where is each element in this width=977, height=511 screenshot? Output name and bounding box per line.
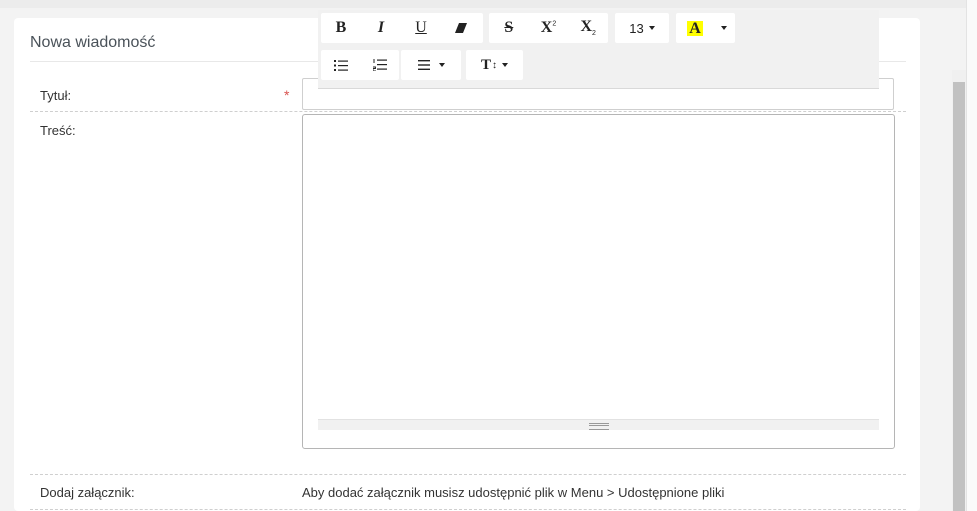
align-dropdown[interactable] [401,50,461,80]
row-divider [30,474,906,475]
subscript-button[interactable]: X2 [568,13,608,43]
chevron-down-icon [502,63,508,67]
content-editor[interactable] [302,114,895,449]
align-icon [417,60,430,70]
italic-icon: I [377,19,385,36]
line-height-icon: T ↕ [480,56,497,73]
numbered-list-button[interactable] [360,50,399,80]
superscript-icon: X2 [540,19,557,36]
toolbar-group-format: B I U [321,13,483,43]
page-title: Nowa wiadomość [30,34,156,51]
page-top-edge [0,0,977,8]
required-mark: * [284,87,290,103]
underline-icon: U [415,19,427,36]
highlight-color-button[interactable]: A [676,13,714,43]
scrollbar-thumb[interactable] [953,82,965,511]
attachment-label: Dodaj załącznik: [40,485,135,500]
row-divider [30,111,906,112]
strikethrough-icon: S [504,19,514,36]
underline-button[interactable]: U [401,13,441,43]
side-panel-edge [966,0,977,511]
bold-icon: B [335,19,347,36]
font-size-button[interactable]: 13 [615,13,669,43]
subscript-icon: X2 [580,18,596,38]
italic-button[interactable]: I [361,13,401,43]
resize-grip-icon[interactable] [589,423,609,430]
bold-button[interactable]: B [321,13,361,43]
bullet-list-icon [333,59,348,71]
numbered-list-icon [372,59,387,71]
font-size-dropdown[interactable]: 13 [615,13,669,43]
font-size-value: 13 [629,20,644,36]
bullet-list-button[interactable] [321,50,360,80]
chevron-down-icon [721,26,727,30]
line-height-button[interactable]: T ↕ [466,50,523,80]
toolbar-group-script: S X2 X2 [489,13,608,43]
row-divider [30,509,906,510]
align-button[interactable] [401,50,461,80]
highlight-color-group: A [676,13,735,43]
chevron-down-icon [438,63,445,67]
attachment-info: Aby dodać załącznik musisz udostępnić pl… [302,485,725,500]
highlight-color-icon: A [687,19,703,37]
eraser-button[interactable] [441,13,481,43]
superscript-button[interactable]: X2 [529,13,569,43]
editor-toolbar: B I U S X2 X2 13 A T ↕ [318,10,879,89]
editor-resize-bar[interactable] [318,419,879,430]
strikethrough-button[interactable]: S [489,13,529,43]
highlight-color-dropdown[interactable] [714,13,734,43]
chevron-down-icon [648,26,655,30]
eraser-icon [455,23,467,33]
toolbar-group-lists [321,50,399,80]
content-field-label: Treść: [40,123,76,138]
line-height-dropdown[interactable]: T ↕ [466,50,523,80]
message-form-card: Nowa wiadomość Tytuł: * Treść: Dodaj zał… [14,18,920,511]
title-field-label: Tytuł: [40,88,72,103]
